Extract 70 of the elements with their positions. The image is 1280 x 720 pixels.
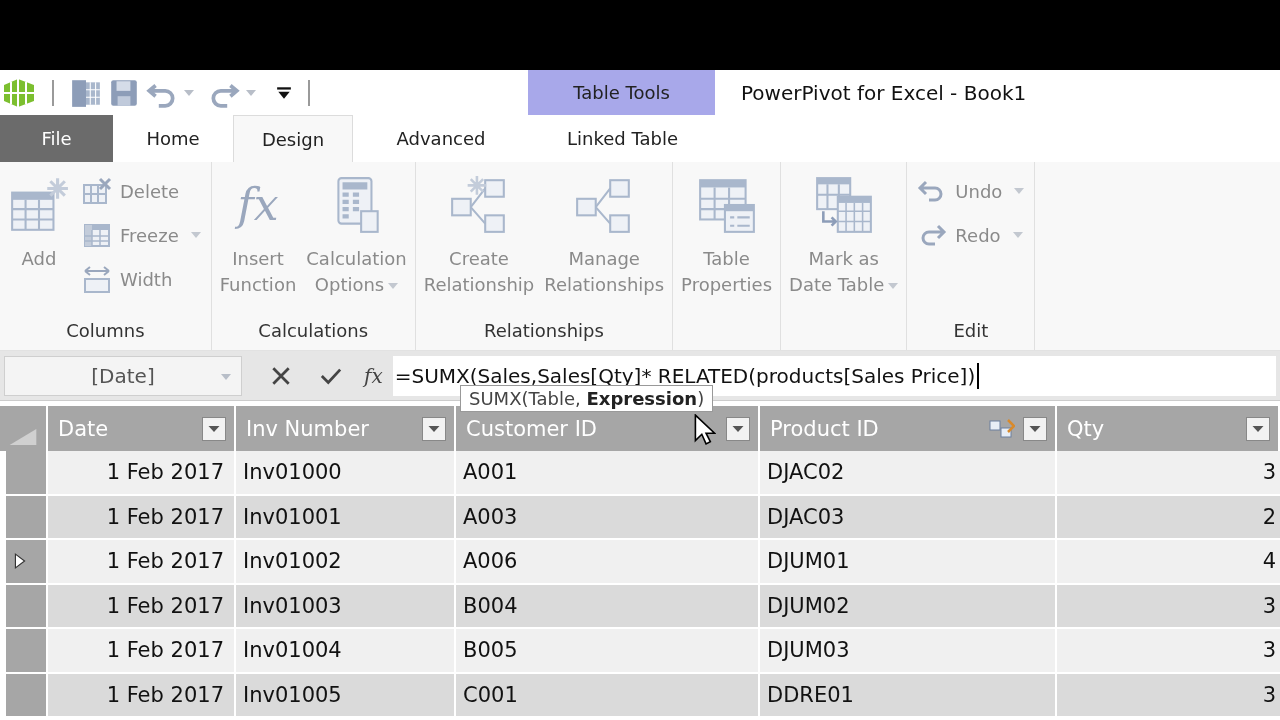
- table-cell: Inv01001: [236, 495, 456, 538]
- table-cell: Inv01003: [236, 584, 456, 627]
- filter-button[interactable]: [1246, 416, 1270, 441]
- function-icon: fx: [237, 174, 279, 236]
- group-label: Relationships: [482, 318, 605, 343]
- row-selector[interactable]: [0, 584, 48, 627]
- table-cell: DDRE01: [760, 673, 1057, 716]
- group-label: Edit: [952, 318, 990, 343]
- table-cell: DJUM01: [760, 540, 1057, 583]
- grid-icon: [82, 221, 112, 249]
- filter-button[interactable]: [1023, 416, 1047, 441]
- ribbon-tab[interactable]: File: [0, 115, 113, 162]
- width-icon: [82, 265, 112, 293]
- group-label: Calculations: [257, 318, 370, 343]
- row-selector[interactable]: [0, 673, 48, 716]
- table-cell: C001: [456, 673, 760, 716]
- function-tooltip: SUMX(Table, Expression): [460, 385, 714, 412]
- table-cell-text: 3: [1261, 592, 1277, 620]
- table-cell: A001: [456, 451, 760, 494]
- table-cell-text: 2: [1261, 503, 1277, 531]
- name-box[interactable]: [Date]: [4, 355, 242, 396]
- function-icon[interactable]: fx: [364, 363, 383, 388]
- filter-button[interactable]: [726, 416, 750, 441]
- table-cell: B004: [456, 584, 760, 627]
- row-selector[interactable]: [0, 629, 48, 672]
- table-cell: Inv01000: [236, 451, 456, 494]
- table-cell-text: 3: [1261, 681, 1277, 709]
- context-tab-header: Table Tools: [528, 70, 715, 115]
- table-cell: Inv01005: [236, 673, 456, 716]
- table-cell: 1 Feb 2017: [48, 584, 236, 627]
- row-selector[interactable]: [0, 495, 48, 538]
- caret-icon[interactable]: [184, 89, 194, 96]
- table-cell-text: 3: [1261, 459, 1277, 487]
- caret-icon: [1012, 232, 1023, 238]
- select-all-icon[interactable]: [9, 429, 37, 445]
- table-cell: 1 Feb 2017: [48, 673, 236, 716]
- table-cell: DJUM03: [760, 629, 1057, 672]
- table-cell-text: 3: [1261, 637, 1277, 665]
- caret-icon: [221, 373, 231, 380]
- filter-button[interactable]: [422, 416, 446, 441]
- filter-button[interactable]: [202, 416, 226, 441]
- ribbon-tab[interactable]: Advanced: [353, 115, 529, 162]
- table-delete-icon: [82, 177, 112, 205]
- table-cell: A006: [456, 540, 760, 583]
- row-selector[interactable]: [0, 540, 48, 583]
- group-label: Columns: [65, 318, 146, 343]
- caret-icon: [1014, 188, 1025, 194]
- relationship-icon: [989, 417, 1015, 440]
- table-cell: 1 Feb 2017: [48, 451, 236, 494]
- table-cell: Inv01004: [236, 629, 456, 672]
- ribbon-tab[interactable]: Home: [113, 115, 233, 162]
- table-cell: Inv01002: [236, 540, 456, 583]
- table-cell: B005: [456, 629, 760, 672]
- row-selector[interactable]: [0, 451, 48, 494]
- table-cell: A003: [456, 495, 760, 538]
- table-cell: DJUM02: [760, 584, 1057, 627]
- caret-icon: [388, 283, 399, 289]
- window-title: PowerPivot for Excel - Book1: [740, 79, 1027, 107]
- table-cell: 1 Feb 2017: [48, 495, 236, 538]
- cursor-icon: [694, 414, 716, 446]
- table-cell: 1 Feb 2017: [48, 540, 236, 583]
- caret-icon[interactable]: [246, 89, 256, 96]
- table-cell-text: 4: [1261, 548, 1277, 576]
- caret-icon: [888, 283, 899, 289]
- table-cell: DJAC03: [760, 495, 1057, 538]
- ribbon-tab[interactable]: Design: [233, 115, 353, 162]
- table-cell: DJAC02: [760, 451, 1057, 494]
- table-cell: 1 Feb 2017: [48, 629, 236, 672]
- customize-icon[interactable]: [276, 84, 292, 101]
- caret-icon: [190, 232, 201, 238]
